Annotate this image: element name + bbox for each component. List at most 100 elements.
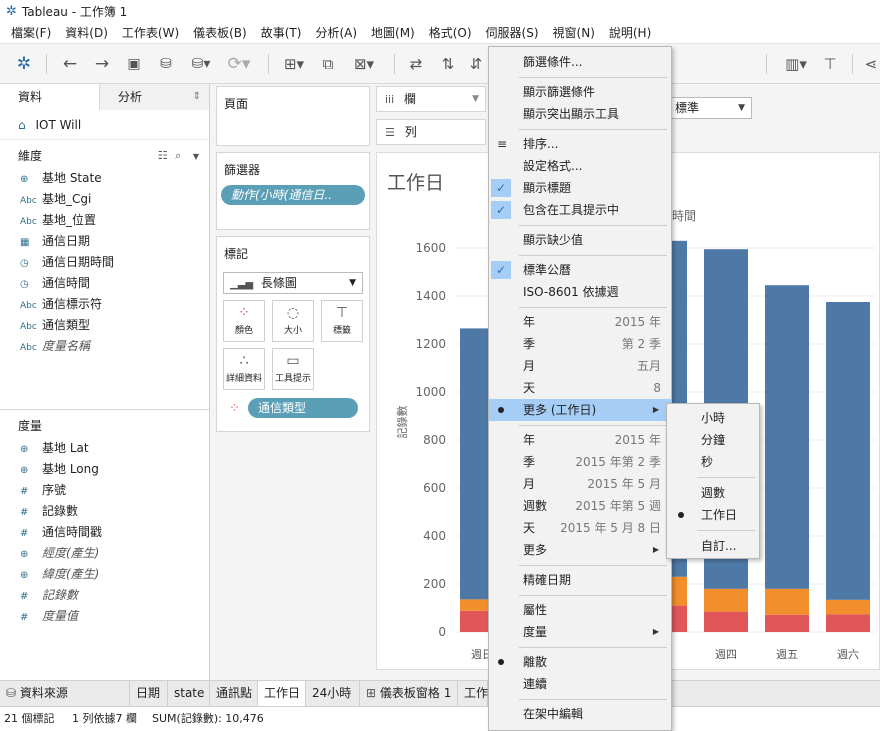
view-list-icon[interactable]: ☷ <box>158 149 168 162</box>
clear-sheet-icon[interactable]: ⊠▾ <box>348 52 380 76</box>
context-menu-item[interactable]: 年 2015 年 <box>489 429 671 451</box>
bar-segment[interactable] <box>765 614 809 632</box>
refresh-icon[interactable]: ⟳▾ <box>224 52 254 76</box>
context-menu-item[interactable]: 更多 ▶ <box>489 539 671 561</box>
rows-shelf[interactable]: ☰ 列 <box>376 119 486 145</box>
context-menu-item[interactable]: 月 2015 年 5 月 <box>489 473 671 495</box>
dimension-field[interactable]: Abc 基地_位置 <box>0 210 209 231</box>
menu-3[interactable]: 儀表板(B) <box>186 24 254 41</box>
dimension-field[interactable]: ⊕ 基地 State <box>0 168 209 189</box>
tab-analytics[interactable]: 分析 ⇕ <box>100 84 209 110</box>
pause-updates-icon[interactable]: ⛁▾ <box>186 52 216 76</box>
context-menu-item[interactable]: 月 五月 <box>489 355 671 377</box>
sheet-tab[interactable]: state <box>168 681 210 707</box>
context-menu-item[interactable]: 顯示突出顯示工具 <box>489 103 671 125</box>
menu-7[interactable]: 格式(O) <box>422 24 479 41</box>
context-menu-item[interactable]: 週數 2015 年第 5 週 <box>489 495 671 517</box>
dimension-field[interactable]: Abc 度量名稱 <box>0 336 209 357</box>
sort-ascending-icon[interactable]: ⇅ <box>436 52 460 76</box>
context-menu-item[interactable]: 精確日期 <box>489 569 671 591</box>
fit-mode-select[interactable]: 標準 ▼ <box>668 97 752 119</box>
sheet-tab[interactable]: 工作 <box>458 681 488 707</box>
submenu-item[interactable]: 工作日 <box>667 504 759 526</box>
redo-icon[interactable]: → <box>90 52 114 76</box>
save-icon[interactable]: ▣ <box>122 52 146 76</box>
menu-0[interactable]: 檔案(F) <box>4 24 58 41</box>
menu-4[interactable]: 故事(T) <box>254 24 309 41</box>
dimension-field[interactable]: Abc 通信類型 <box>0 315 209 336</box>
context-menu-item[interactable]: 顯示篩選條件 <box>489 81 671 103</box>
menu-9[interactable]: 視窗(N) <box>546 24 602 41</box>
context-menu-item[interactable]: ≡ 排序... <box>489 133 671 155</box>
submenu-item[interactable]: 小時 <box>667 407 759 429</box>
context-menu-item[interactable]: ✓ 包含在工具提示中 <box>489 199 671 221</box>
context-menu-item[interactable]: 屬性 <box>489 599 671 621</box>
measure-field[interactable]: ⊕ 基地 Long <box>0 459 209 480</box>
tableau-home-icon[interactable]: ✲ <box>12 52 36 76</box>
sheet-tab[interactable]: 日期 <box>130 681 168 707</box>
bar-segment[interactable] <box>826 614 870 632</box>
bar-segment[interactable] <box>765 285 809 589</box>
context-menu-item[interactable]: 年 2015 年 <box>489 311 671 333</box>
context-menu-item[interactable]: 連續 <box>489 673 671 695</box>
context-menu-item[interactable]: 度量 ▶ <box>489 621 671 643</box>
menu-5[interactable]: 分析(A) <box>308 24 364 41</box>
size-button[interactable]: ◌ 大小 <box>272 300 314 342</box>
context-menu-item[interactable]: ISO-8601 依據週 <box>489 281 671 303</box>
share-icon[interactable]: ⋖ <box>862 52 880 76</box>
search-icon[interactable]: ⌕ <box>175 149 181 162</box>
menu-6[interactable]: 地圖(M) <box>364 24 422 41</box>
measure-field[interactable]: ⊕ 緯度(產生) <box>0 564 209 585</box>
dimension-field[interactable]: Abc 基地_Cgi <box>0 189 209 210</box>
dimension-field[interactable]: ◷ 通信時間 <box>0 273 209 294</box>
context-menu-item[interactable]: 天8 <box>489 377 671 399</box>
swap-rows-columns-icon[interactable]: ⇄ <box>404 52 428 76</box>
submenu-item[interactable]: 秒 <box>667 451 759 473</box>
mark-type-select[interactable]: ▁▃▅ 長條圖 ▼ <box>223 272 363 294</box>
menu-8[interactable]: 伺服器(S) <box>479 24 546 41</box>
bar-segment[interactable] <box>826 599 870 615</box>
sort-descending-icon[interactable]: ⇵ <box>466 52 486 76</box>
presentation-mode-icon[interactable]: ⊤ <box>818 52 842 76</box>
measure-field[interactable]: ⊕ 基地 Lat <box>0 438 209 459</box>
bar-segment[interactable] <box>826 302 870 600</box>
menu-10[interactable]: 說明(H) <box>602 24 658 41</box>
measure-field[interactable]: # 度量值 <box>0 606 209 627</box>
color-pill[interactable]: 通信類型 <box>248 398 358 418</box>
context-menu-item[interactable]: 在架中編輯 <box>489 703 671 725</box>
context-menu-item[interactable]: ✓ 標準公曆 <box>489 259 671 281</box>
sheet-tab[interactable]: 工作日 <box>258 681 306 707</box>
duplicate-sheet-icon[interactable]: ⧉ <box>316 52 340 76</box>
context-menu-item[interactable]: 季 第 2 季 <box>489 333 671 355</box>
bar-segment[interactable] <box>704 611 748 632</box>
measure-field[interactable]: # 記錄數 <box>0 501 209 522</box>
submenu-item[interactable]: 自訂... <box>667 535 759 557</box>
new-worksheet-icon[interactable]: ⊞▾ <box>278 52 310 76</box>
show-me-icon[interactable]: ▥▾ <box>778 52 814 76</box>
context-menu-item[interactable]: ✓ 顯示標題 <box>489 177 671 199</box>
dimension-field[interactable]: ▦ 通信日期 <box>0 231 209 252</box>
submenu-item[interactable]: 週數 <box>667 482 759 504</box>
datasource-item[interactable]: ⌂ IOT Will <box>0 110 209 140</box>
label-button[interactable]: ⊤ 標籤 <box>321 300 363 342</box>
bar-segment[interactable] <box>704 588 748 612</box>
submenu-item[interactable]: 分鐘 <box>667 429 759 451</box>
color-button[interactable]: ⁘ 顏色 <box>223 300 265 342</box>
sheet-tab[interactable]: ⛁ 資料來源 <box>0 681 130 707</box>
pages-card[interactable]: 頁面 <box>216 86 370 146</box>
dimension-field[interactable]: Abc 通信標示符 <box>0 294 209 315</box>
context-menu-item[interactable]: 天 2015 年 5 月 8 日 <box>489 517 671 539</box>
sheet-tab[interactable]: 24小時 <box>306 681 360 707</box>
tooltip-button[interactable]: ▭ 工具提示 <box>272 348 314 390</box>
menu-2[interactable]: 工作表(W) <box>115 24 186 41</box>
chevron-down-icon[interactable]: ▼ <box>193 152 199 161</box>
measure-field[interactable]: # 通信時間戳 <box>0 522 209 543</box>
context-menu-item[interactable]: 更多 (工作日) ▶ <box>489 399 671 421</box>
new-datasource-icon[interactable]: ⛁ <box>154 52 178 76</box>
context-menu-item[interactable]: 顯示缺少值 <box>489 229 671 251</box>
context-menu-item[interactable]: 設定格式... <box>489 155 671 177</box>
undo-icon[interactable]: ← <box>58 52 82 76</box>
measure-field[interactable]: # 記錄數 <box>0 585 209 606</box>
measure-field[interactable]: ⊕ 經度(產生) <box>0 543 209 564</box>
columns-shelf[interactable]: iii 欄 ▼ <box>376 86 486 112</box>
